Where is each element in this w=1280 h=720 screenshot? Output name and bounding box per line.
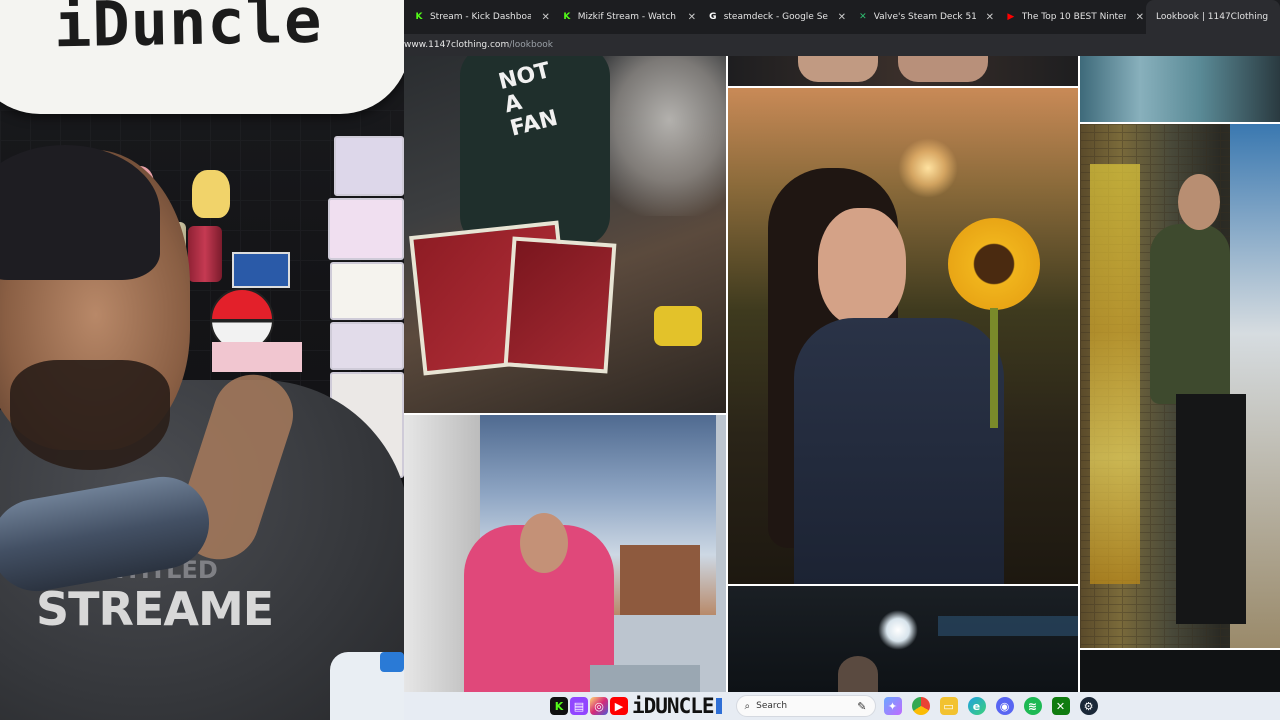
model-face bbox=[1178, 174, 1220, 230]
denim-jacket bbox=[794, 318, 1004, 584]
photo-top-hands[interactable] bbox=[728, 56, 1078, 86]
browser-tab[interactable]: Gsteamdeck - Google Search ✕ bbox=[698, 0, 848, 34]
person-beard bbox=[10, 360, 170, 470]
photo-street-light[interactable] bbox=[728, 586, 1078, 692]
twitch-icon[interactable]: ▤ bbox=[570, 697, 588, 715]
browser-tab[interactable]: ▶ The Top 10 BEST Nintendo S ✕ bbox=[996, 0, 1146, 34]
steam-icon[interactable]: ⚙ bbox=[1079, 697, 1098, 715]
kick-icon[interactable]: K bbox=[550, 697, 568, 715]
hand bbox=[898, 56, 988, 82]
xbox-icon[interactable]: ✕ bbox=[1051, 697, 1070, 715]
city-buildings bbox=[620, 545, 700, 615]
copilot-icon[interactable]: ✦ bbox=[883, 697, 902, 715]
model-face bbox=[520, 513, 568, 573]
browser-tab[interactable]: K Mizkif Stream - Watch Live o ✕ bbox=[552, 0, 698, 34]
pinned-apps: ✦ ▭ e ◉ ≋ ✕ ⚙ bbox=[883, 697, 1098, 715]
x-icon: ✕ bbox=[859, 12, 867, 22]
bottle-cap bbox=[380, 652, 404, 672]
photo-frame bbox=[232, 252, 290, 288]
close-tab-icon[interactable]: ✕ bbox=[539, 12, 552, 23]
red-suitcase bbox=[503, 236, 617, 374]
skateboard-deck: iDuncle bbox=[0, 0, 404, 114]
url-path: /lookbook bbox=[509, 40, 553, 50]
tab-title: Valve's Steam Deck 512 GB bbox=[873, 12, 976, 22]
yellow-boot bbox=[654, 306, 702, 346]
spotify-icon[interactable]: ≋ bbox=[1023, 697, 1042, 715]
taskbar: K ▤ ◎ ▶ iDUNCLE ⌕ Search ✎ ✦ ▭ e ◉ ≋ ✕ ⚙ bbox=[404, 692, 1280, 720]
sunset-glow bbox=[898, 138, 958, 198]
blue-structure bbox=[938, 616, 1078, 636]
browser-tab[interactable]: ✕ Valve's Steam Deck 512 GB ✕ bbox=[848, 0, 996, 34]
youtube-icon: ▶ bbox=[1007, 12, 1015, 22]
shelf-box bbox=[330, 262, 404, 320]
instagram-icon[interactable]: ◎ bbox=[590, 697, 608, 715]
address-bar[interactable]: www.1147clothing.com/lookbook bbox=[404, 34, 1280, 56]
model-face bbox=[818, 208, 906, 326]
taskbar-search[interactable]: ⌕ Search ✎ bbox=[735, 695, 876, 717]
graffiti bbox=[1090, 164, 1140, 584]
close-tab-icon[interactable]: ✕ bbox=[1134, 12, 1146, 23]
sunflower bbox=[948, 218, 1040, 310]
black-pants bbox=[1176, 394, 1246, 624]
search-placeholder: Search bbox=[756, 701, 788, 711]
browser-tab[interactable]: Lookbook | 1147Clothing bbox=[1146, 0, 1280, 34]
photo-sunflower-woman[interactable] bbox=[728, 88, 1078, 584]
chrome-icon[interactable] bbox=[911, 697, 930, 715]
url-text[interactable]: www.1147clothing.com/lookbook bbox=[404, 40, 553, 50]
brand-logo: iDUNCLE bbox=[632, 694, 715, 718]
hand bbox=[798, 56, 878, 82]
url-domain: www.1147clothing.com bbox=[404, 40, 510, 50]
figurine bbox=[192, 170, 230, 218]
file-explorer-icon[interactable]: ▭ bbox=[939, 697, 958, 715]
close-tab-icon[interactable]: ✕ bbox=[686, 12, 698, 23]
photo-bottom-dark bbox=[1080, 650, 1280, 692]
tab-title: Mizkif Stream - Watch Live o bbox=[577, 12, 678, 22]
kick-icon: K bbox=[563, 12, 571, 22]
sunflower-stem bbox=[990, 308, 998, 428]
tab-title: The Top 10 BEST Nintendo S bbox=[1021, 12, 1126, 22]
tab-title: steamdeck - Google Search bbox=[723, 12, 828, 22]
shelf-box bbox=[330, 322, 404, 370]
figure-box bbox=[212, 342, 302, 372]
close-tab-icon[interactable]: ✕ bbox=[836, 12, 848, 23]
photo-graffiti-wall-man[interactable] bbox=[1080, 124, 1280, 648]
photo-jacket-not-a-fan[interactable]: NOT A FAN bbox=[404, 56, 726, 413]
lookbook-page: NOT A FAN bbox=[404, 56, 1280, 692]
green-jacket bbox=[1150, 224, 1230, 404]
tab-title: Stream - Kick Dashboard bbox=[429, 12, 532, 22]
shelf-box bbox=[334, 136, 404, 196]
drink-can bbox=[188, 226, 222, 282]
brand-bar bbox=[715, 698, 722, 714]
tab-title: Lookbook | 1147Clothing bbox=[1156, 12, 1269, 22]
hoodie-text: STREAME bbox=[36, 582, 274, 636]
google-icon: G bbox=[709, 12, 717, 22]
edge-icon[interactable]: e bbox=[967, 697, 986, 715]
browser-tab[interactable]: K Stream - Kick Dashboard ✕ bbox=[404, 0, 552, 34]
webcam-feed: iDuncle ENTITLED STREAME bbox=[0, 0, 404, 720]
search-highlight-icon: ✎ bbox=[857, 699, 867, 713]
skateboard-logo-text: iDuncle bbox=[53, 0, 323, 62]
photo-top-bottles[interactable] bbox=[1080, 56, 1280, 122]
pinned-social: K ▤ ◎ ▶ iDUNCLE bbox=[550, 694, 722, 718]
light-bulb bbox=[878, 610, 918, 650]
window-sill bbox=[590, 665, 700, 692]
discord-icon[interactable]: ◉ bbox=[995, 697, 1014, 715]
youtube-icon[interactable]: ▶ bbox=[610, 697, 628, 715]
shelf-box bbox=[328, 198, 404, 260]
browser-window: K Stream - Kick Dashboard ✕ K Mizkif Stream … bbox=[404, 0, 1280, 692]
close-tab-icon[interactable]: ✕ bbox=[984, 12, 996, 23]
kick-icon: K bbox=[415, 12, 423, 22]
person-head bbox=[838, 656, 878, 692]
search-icon: ⌕ bbox=[744, 700, 751, 712]
photo-pink-jacket-window[interactable] bbox=[404, 415, 726, 692]
tab-strip: K Stream - Kick Dashboard ✕ K Mizkif Stream … bbox=[404, 0, 1280, 34]
